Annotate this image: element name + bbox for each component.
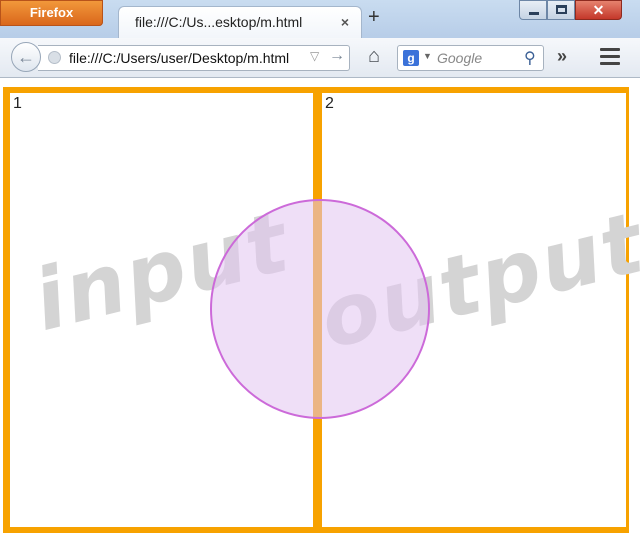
url-text[interactable]: file:///C:/Users/user/Desktop/m.html — [69, 50, 305, 66]
tab-close-icon[interactable]: × — [341, 14, 349, 30]
search-placeholder: Google — [437, 50, 483, 66]
close-icon: ✕ — [592, 2, 605, 18]
search-icon[interactable]: ⚲ — [524, 48, 536, 68]
google-engine-icon[interactable]: g — [403, 50, 419, 66]
tab-title: file:///C:/Us...esktop/m.html — [135, 14, 303, 30]
minimize-icon — [529, 12, 539, 15]
new-tab-button[interactable]: + — [368, 6, 380, 28]
url-bar[interactable]: file:///C:/Users/user/Desktop/m.html ▽ → — [38, 45, 350, 71]
maximize-icon — [556, 5, 567, 14]
title-bar: Firefox file:///C:/Us...esktop/m.html × … — [0, 0, 640, 41]
firefox-menu-button[interactable]: Firefox — [0, 0, 103, 26]
back-button[interactable]: ← — [11, 42, 41, 72]
maximize-button[interactable] — [547, 0, 575, 20]
circle-shape — [210, 199, 430, 419]
close-window-button[interactable]: ✕ — [575, 0, 622, 20]
engine-dropdown-icon[interactable]: ▼ — [423, 51, 432, 61]
minimize-button[interactable] — [519, 0, 547, 20]
frame-number-1: 1 — [13, 95, 22, 112]
frame-number-2: 2 — [325, 95, 334, 112]
search-bar[interactable]: g ▼ Google ⚲ — [397, 45, 544, 71]
go-arrow-icon[interactable]: → — [329, 47, 345, 65]
hamburger-menu-icon[interactable] — [600, 48, 620, 65]
history-dropdown-icon[interactable]: ▽ — [310, 49, 319, 63]
tab-active[interactable]: file:///C:/Us...esktop/m.html × — [118, 6, 362, 41]
toolbar-overflow-button[interactable]: » — [557, 46, 567, 67]
home-button[interactable]: ⌂ — [360, 42, 388, 70]
navigation-bar: file:///C:/Users/user/Desktop/m.html ▽ →… — [0, 38, 640, 78]
page-icon — [48, 51, 61, 64]
